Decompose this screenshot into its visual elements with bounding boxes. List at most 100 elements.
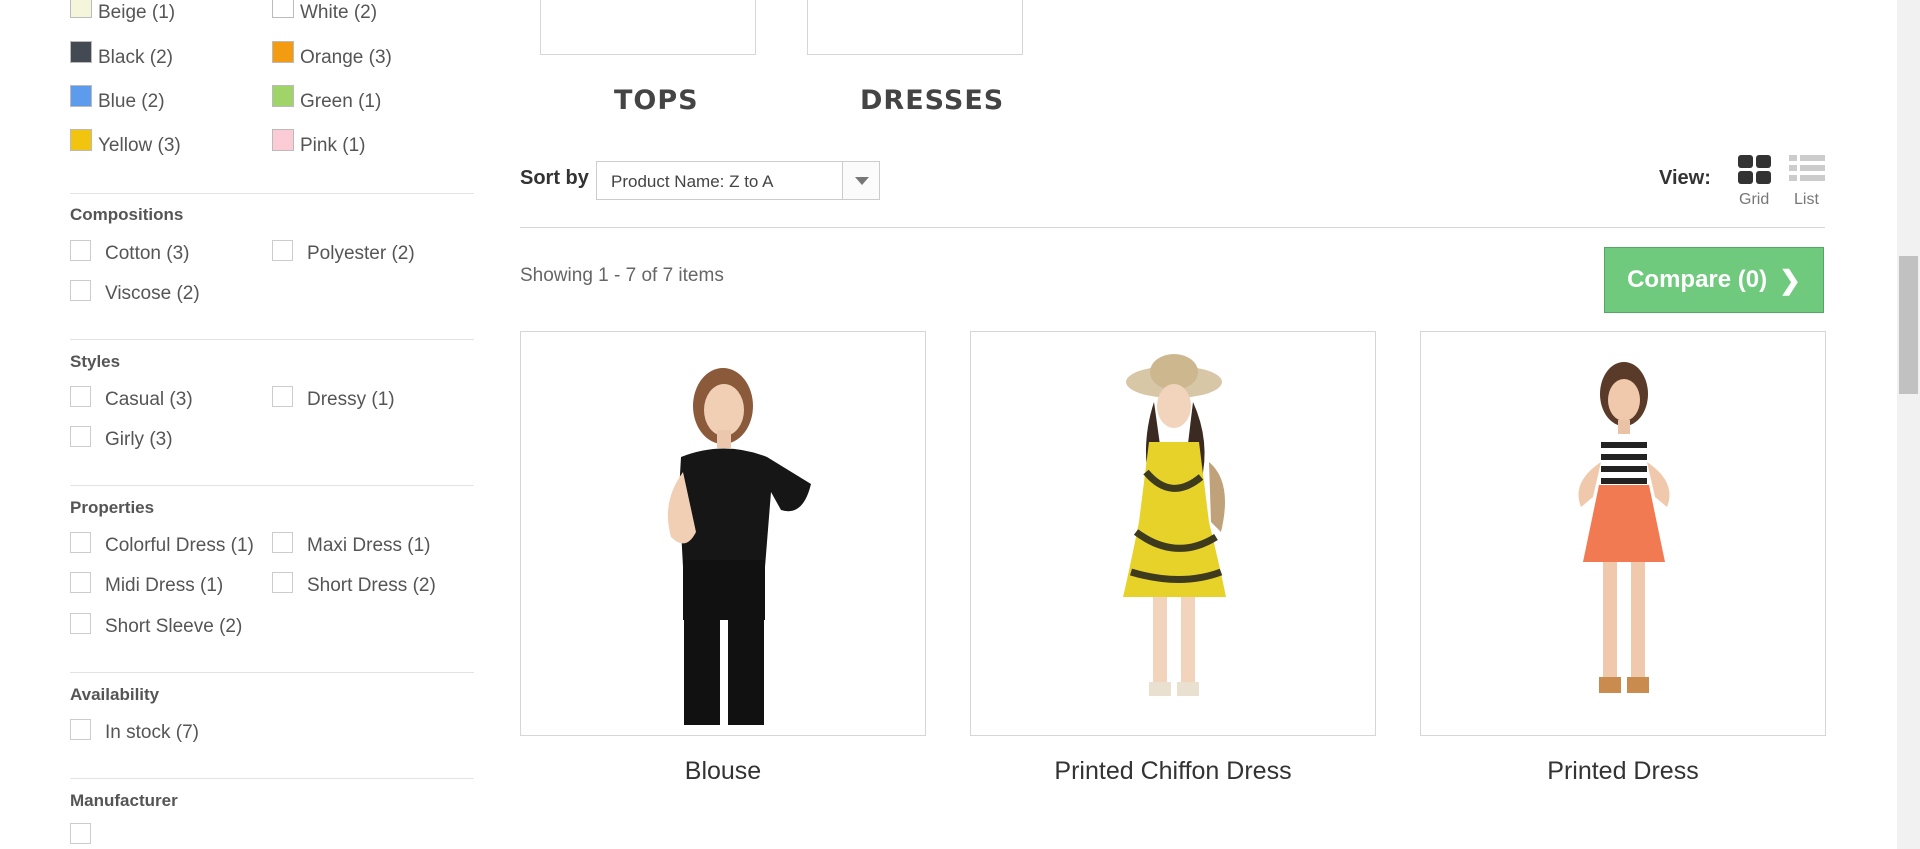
checkbox-viscose[interactable]: Viscose (2): [70, 279, 200, 305]
color-option-beige[interactable]: Beige (1): [70, 0, 175, 24]
blue-swatch[interactable]: [70, 85, 92, 107]
divider: [70, 778, 474, 779]
checkbox-maxi-dress[interactable]: Maxi Dress (1): [272, 531, 431, 557]
list-icon[interactable]: [1789, 155, 1825, 185]
color-option-orange[interactable]: Orange (3): [272, 41, 392, 69]
color-option-blue[interactable]: Blue (2): [70, 85, 165, 113]
checkbox[interactable]: [70, 718, 91, 740]
checkbox-label[interactable]: Cotton (3): [105, 243, 189, 265]
checkbox[interactable]: [70, 385, 91, 407]
checkbox-label[interactable]: Girly (3): [105, 429, 173, 451]
color-label[interactable]: Black (2): [98, 47, 173, 69]
model-printed-dress-image[interactable]: [1421, 332, 1826, 736]
checkbox-girly[interactable]: Girly (3): [70, 425, 173, 451]
black-swatch[interactable]: [70, 41, 92, 63]
vertical-scrollbar[interactable]: [1897, 0, 1920, 849]
product-name-printed-dress[interactable]: Printed Dress: [1420, 757, 1826, 786]
color-label[interactable]: Pink (1): [300, 135, 365, 157]
yellow-swatch[interactable]: [70, 129, 92, 151]
checkbox-label[interactable]: Short Dress (2): [307, 575, 436, 597]
checkbox-midi-dress[interactable]: Midi Dress (1): [70, 571, 223, 597]
checkbox-manufacturer[interactable]: [70, 823, 105, 848]
sort-select[interactable]: Product Name: Z to A: [596, 161, 880, 200]
view-grid-button[interactable]: Grid: [1737, 155, 1773, 211]
checkbox[interactable]: [272, 239, 293, 261]
scrollbar-thumb[interactable]: [1899, 256, 1918, 394]
checkbox[interactable]: [272, 571, 293, 593]
sort-label: Sort by: [520, 167, 589, 189]
color-label[interactable]: Blue (2): [98, 91, 165, 113]
checkbox[interactable]: [70, 425, 91, 447]
view-list-button[interactable]: List: [1788, 155, 1828, 211]
checkbox[interactable]: [272, 385, 293, 407]
availability-title: Availability: [70, 685, 160, 704]
subcategory-tops-image[interactable]: [540, 0, 756, 55]
checkbox-label[interactable]: Short Sleeve (2): [105, 616, 242, 638]
manufacturer-title: Manufacturer: [70, 791, 178, 810]
color-option-green[interactable]: Green (1): [272, 85, 381, 113]
color-option-yellow[interactable]: Yellow (3): [70, 129, 181, 157]
checkbox-label[interactable]: Maxi Dress (1): [307, 535, 431, 557]
chevron-down-icon[interactable]: [842, 162, 879, 199]
styles-title: Styles: [70, 352, 121, 371]
white-swatch[interactable]: [272, 0, 294, 18]
checkbox-short-dress[interactable]: Short Dress (2): [272, 571, 436, 597]
checkbox[interactable]: [70, 823, 91, 844]
checkbox-in-stock[interactable]: In stock (7): [70, 718, 199, 744]
checkbox-short-sleeve[interactable]: Short Sleeve (2): [70, 612, 242, 638]
view-label: View:: [1659, 167, 1711, 189]
subcategory-dresses-link[interactable]: DRESSES: [860, 85, 1004, 116]
checkbox[interactable]: [70, 279, 91, 301]
divider: [70, 672, 474, 673]
product-name-blouse[interactable]: Blouse: [520, 757, 926, 786]
checkbox-label[interactable]: In stock (7): [105, 722, 199, 744]
checkbox-label[interactable]: Casual (3): [105, 389, 193, 411]
checkbox-label[interactable]: Colorful Dress (1): [105, 535, 254, 557]
list-label[interactable]: List: [1794, 191, 1819, 209]
grid-icon[interactable]: [1738, 155, 1772, 185]
pink-swatch[interactable]: [272, 129, 294, 151]
color-label[interactable]: White (2): [300, 2, 377, 24]
checkbox-label[interactable]: Midi Dress (1): [105, 575, 223, 597]
checkbox-cotton[interactable]: Cotton (3): [70, 239, 189, 265]
sort-select-value[interactable]: Product Name: Z to A: [611, 172, 774, 192]
checkbox[interactable]: [70, 531, 91, 553]
product-image-printed-chiffon-dress[interactable]: [970, 331, 1376, 736]
color-label[interactable]: Green (1): [300, 91, 381, 113]
model-blouse-image[interactable]: [521, 332, 926, 736]
beige-swatch[interactable]: [70, 0, 92, 18]
checkbox-colorful-dress[interactable]: Colorful Dress (1): [70, 531, 254, 557]
compare-button[interactable]: Compare (0) ❯: [1604, 247, 1824, 313]
color-label[interactable]: Yellow (3): [98, 135, 181, 157]
product-name-printed-chiffon-dress[interactable]: Printed Chiffon Dress: [970, 757, 1376, 786]
chevron-right-icon[interactable]: ❯: [1779, 265, 1801, 296]
color-label[interactable]: Orange (3): [300, 47, 392, 69]
compare-label[interactable]: Compare (0): [1627, 266, 1767, 294]
color-label[interactable]: Beige (1): [98, 2, 175, 24]
checkbox[interactable]: [272, 531, 293, 553]
grid-label[interactable]: Grid: [1739, 191, 1769, 209]
checkbox[interactable]: [70, 571, 91, 593]
color-option-white[interactable]: White (2): [272, 0, 377, 24]
green-swatch[interactable]: [272, 85, 294, 107]
checkbox-label[interactable]: Polyester (2): [307, 243, 415, 265]
divider: [70, 339, 474, 340]
checkbox-label[interactable]: Viscose (2): [105, 283, 200, 305]
divider: [520, 227, 1825, 228]
product-image-printed-dress[interactable]: [1420, 331, 1826, 736]
checkbox-polyester[interactable]: Polyester (2): [272, 239, 415, 265]
subcategory-tops-link[interactable]: TOPS: [614, 85, 699, 116]
checkbox[interactable]: [70, 239, 91, 261]
divider: [70, 193, 474, 194]
checkbox[interactable]: [70, 612, 91, 634]
checkbox-dressy[interactable]: Dressy (1): [272, 385, 395, 411]
color-option-black[interactable]: Black (2): [70, 41, 173, 69]
checkbox-casual[interactable]: Casual (3): [70, 385, 193, 411]
product-image-blouse[interactable]: [520, 331, 926, 736]
subcategory-dresses-image[interactable]: [807, 0, 1023, 55]
checkbox-label[interactable]: Dressy (1): [307, 389, 395, 411]
model-chiffon-dress-image[interactable]: [971, 332, 1376, 736]
color-option-pink[interactable]: Pink (1): [272, 129, 365, 157]
orange-swatch[interactable]: [272, 41, 294, 63]
showing-count: Showing 1 - 7 of 7 items: [520, 265, 724, 286]
